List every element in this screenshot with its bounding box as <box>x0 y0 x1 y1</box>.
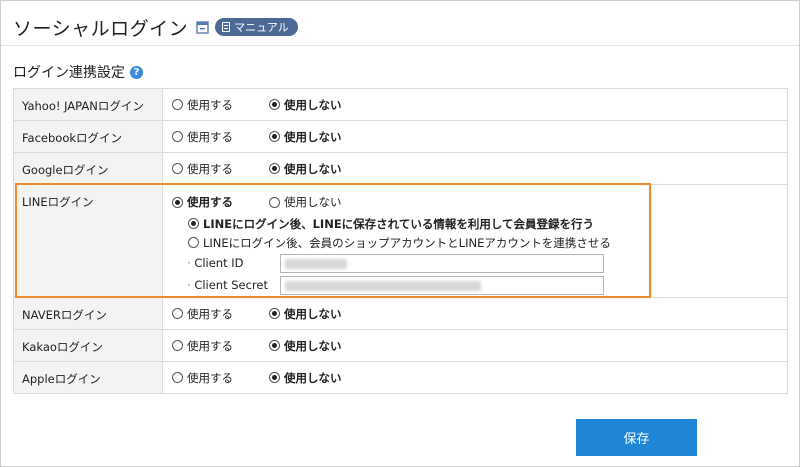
radio-not-use[interactable]: 使用しない <box>269 306 342 322</box>
row-label: Facebookログイン <box>13 120 163 153</box>
app-frame: ソーシャルログイン マニュアル ログイン連携設定 ? Yahoo! JAPANロ… <box>0 0 800 467</box>
table-row: Kakaoログイン 使用する 使用しない <box>13 329 788 362</box>
radio-circle-icon <box>172 131 183 142</box>
row-label: Appleログイン <box>13 361 163 394</box>
client-id-input[interactable] <box>280 253 604 273</box>
table-row: Googleログイン 使用する 使用しない <box>13 152 788 185</box>
page-title: ソーシャルログイン <box>13 17 189 40</box>
document-icon <box>222 22 231 32</box>
row-label: Googleログイン <box>13 152 163 185</box>
row-label: NAVERログイン <box>13 297 163 330</box>
help-icon[interactable]: ? <box>130 65 143 79</box>
radio-use[interactable]: 使用する <box>172 306 233 322</box>
radio-circle-icon <box>269 99 280 110</box>
radio-not-use[interactable]: 使用しない <box>269 161 342 177</box>
client-secret-row: Client Secret <box>187 274 787 296</box>
radio-circle-icon <box>269 196 280 208</box>
radio-circle-icon <box>188 237 199 248</box>
radio-not-use[interactable]: 使用しない <box>269 370 342 386</box>
table-row-line: LINEログイン 使用する 使用しない LINEにログイン後、LINEに保存され… <box>13 184 788 298</box>
header-divider <box>1 45 799 46</box>
radio-circle-icon <box>269 308 280 319</box>
radio-use[interactable]: 使用する <box>172 161 233 177</box>
radio-circle-icon <box>269 340 280 351</box>
radio-use[interactable]: 使用する <box>172 97 233 113</box>
radio-group-kakao: 使用する 使用しない <box>172 330 787 361</box>
radio-use[interactable]: 使用する <box>172 338 233 354</box>
radio-not-use[interactable]: 使用しない <box>269 129 342 145</box>
redacted-value <box>285 258 347 269</box>
radio-circle-icon <box>269 163 280 174</box>
radio-circle-icon <box>188 218 199 229</box>
login-settings-table: Yahoo! JAPANログイン 使用する 使用しない Facebookログイン… <box>13 88 788 394</box>
radio-circle-icon <box>172 308 183 319</box>
radio-circle-icon <box>172 196 183 208</box>
radio-line-link[interactable]: LINEにログイン後、会員のショップアカウントとLINEアカウントを連携させる <box>188 233 611 252</box>
section-title: ログイン連携設定 ? <box>13 62 143 82</box>
client-secret-input[interactable] <box>280 275 604 295</box>
client-id-label: Client ID <box>187 256 280 270</box>
radio-use[interactable]: 使用する <box>172 194 233 210</box>
row-label: LINEログイン <box>13 184 163 298</box>
client-secret-label: Client Secret <box>187 278 280 292</box>
table-row: Appleログイン 使用する 使用しない <box>13 361 788 394</box>
radio-group-facebook: 使用する 使用しない <box>172 121 787 152</box>
bookmark-icon[interactable] <box>196 20 209 34</box>
radio-circle-icon <box>172 340 183 351</box>
client-id-row: Client ID <box>187 252 787 274</box>
radio-group-naver: 使用する 使用しない <box>172 298 787 329</box>
radio-group-yahoo: 使用する 使用しない <box>172 89 787 120</box>
radio-use[interactable]: 使用する <box>172 370 233 386</box>
radio-not-use[interactable]: 使用しない <box>269 338 342 354</box>
table-row: NAVERログイン 使用する 使用しない <box>13 297 788 330</box>
radio-circle-icon <box>172 372 183 383</box>
manual-label: マニュアル <box>234 21 289 34</box>
page-header: ソーシャルログイン マニュアル <box>13 11 298 43</box>
manual-button[interactable]: マニュアル <box>215 18 298 36</box>
radio-circle-icon <box>172 163 183 174</box>
radio-circle-icon <box>269 131 280 142</box>
radio-circle-icon <box>172 99 183 110</box>
radio-not-use[interactable]: 使用しない <box>269 97 342 113</box>
radio-line-register[interactable]: LINEにログイン後、LINEに保存されている情報を利用して会員登録を行う <box>188 214 594 233</box>
section-title-text: ログイン連携設定 <box>13 65 125 81</box>
radio-group-apple: 使用する 使用しない <box>172 362 787 393</box>
row-label: Yahoo! JAPANログイン <box>13 88 163 121</box>
save-button[interactable]: 保存 <box>576 419 697 456</box>
radio-use[interactable]: 使用する <box>172 129 233 145</box>
radio-not-use[interactable]: 使用しない <box>269 194 342 210</box>
radio-group-google: 使用する 使用しない <box>172 153 787 184</box>
line-mode-options: LINEにログイン後、LINEに保存されている情報を利用して会員登録を行う LI… <box>188 214 787 252</box>
radio-circle-icon <box>269 372 280 383</box>
row-label: Kakaoログイン <box>13 329 163 362</box>
table-row: Yahoo! JAPANログイン 使用する 使用しない <box>13 88 788 121</box>
radio-group-line: 使用する 使用しない <box>172 194 787 210</box>
redacted-value <box>285 280 481 291</box>
table-row: Facebookログイン 使用する 使用しない <box>13 120 788 153</box>
